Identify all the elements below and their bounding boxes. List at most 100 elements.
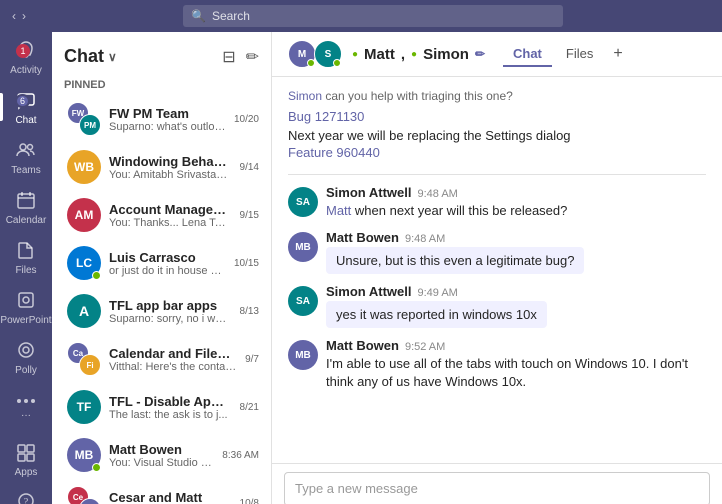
add-tab-button[interactable]: +	[613, 45, 622, 63]
chat-item-fw-pm[interactable]: FW PM FW PM Team Suparno: what's outlook…	[52, 95, 271, 143]
avatar: AM	[67, 198, 101, 232]
chat-name: TFL app bar apps	[109, 298, 232, 313]
avatar-wrap: MB	[67, 438, 101, 472]
message-row-simon-2: SA Simon Attwell 9:49 AM yes it was repo…	[288, 284, 706, 328]
tab-chat[interactable]: Chat	[503, 42, 552, 67]
sidebar-item-files[interactable]: Files	[0, 232, 52, 282]
chat-preview: or just do it in house as an extra c...	[109, 265, 226, 277]
msg-author: Matt Bowen	[326, 338, 399, 353]
chat-meta: 8/13	[240, 306, 259, 317]
apps-label: Apps	[15, 467, 38, 478]
chat-item-account[interactable]: AM Account Management in S... You: Thank…	[52, 191, 271, 239]
chat-item-tfl-app[interactable]: A TFL app bar apps Suparno: sorry, no i …	[52, 287, 271, 335]
edit-icon[interactable]: ✏	[475, 47, 485, 61]
msg-text: I'm able to use all of the tabs with tou…	[326, 355, 706, 391]
forward-button[interactable]: ›	[22, 9, 26, 23]
sidebar-item-teams[interactable]: Teams	[0, 132, 52, 182]
chat-label: Chat	[15, 115, 36, 126]
message-avatar-matt: MB	[288, 232, 318, 262]
search-icon: 🔍	[191, 9, 206, 23]
sidebar-item-polly[interactable]: Polly	[0, 332, 52, 382]
avatar-group: Ca Fi	[67, 342, 101, 376]
chat-item-windowing[interactable]: WB Windowing Behavior You: Amitabh Sriva…	[52, 143, 271, 191]
chat-preview: The last: the ask is to j...	[109, 409, 232, 421]
chat-title-text: Chat	[64, 46, 104, 67]
calendar-label: Calendar	[6, 215, 47, 226]
sidebar-item-more[interactable]: ···	[0, 382, 52, 427]
chat-name: Matt Bowen	[109, 442, 214, 457]
avatar-2: Fi	[79, 354, 101, 376]
chat-info: Account Management in S... You: Thanks..…	[109, 202, 232, 229]
avatar-wrap: A	[67, 294, 101, 328]
chat-date: 8/13	[240, 306, 259, 317]
app-wrapper: ‹ › 🔍 Search 1 Activity	[0, 0, 722, 504]
chat-header-avatar-simon: S	[314, 40, 342, 68]
sidebar-item-activity[interactable]: 1 Activity	[0, 32, 52, 82]
msg-bubble: yes it was reported in windows 10x	[326, 301, 547, 328]
titlebar: ‹ › 🔍 Search	[0, 0, 722, 32]
chat-info: Luis Carrasco or just do it in house as …	[109, 250, 226, 277]
divider	[288, 174, 706, 175]
bug-link[interactable]: Bug 1271130	[288, 109, 706, 124]
chat-list-panel: Chat ∨ ⊟ ✏ Pinned FW PM FW PM Team Supar…	[52, 32, 272, 504]
avatar-wrap: WB	[67, 150, 101, 184]
online-dot-matt	[307, 59, 315, 67]
teams-icon	[16, 140, 36, 163]
feature-link[interactable]: Feature 960440	[288, 145, 706, 160]
chat-item-matt[interactable]: MB Matt Bowen You: Visual Studio Online …	[52, 431, 271, 479]
chat-info: TFL app bar apps Suparno: sorry, no i wa…	[109, 298, 232, 325]
back-button[interactable]: ‹	[12, 9, 16, 23]
chat-date: 9/15	[240, 210, 259, 221]
chat-item-calendar-files[interactable]: Ca Fi Calendar and Files Theming Vitthal…	[52, 335, 271, 383]
chat-info: Windowing Behavior You: Amitabh Srivasta…	[109, 154, 232, 181]
compose-area: Type a new message A̲ 📎 🙂 GIF ⬛ 📋 ⟳ ★ ··…	[272, 463, 722, 504]
sidebar-item-chat[interactable]: 6 Chat	[0, 82, 52, 132]
chat-date: 8/21	[240, 402, 259, 413]
messages-area[interactable]: Simon can you help with triaging this on…	[272, 77, 722, 463]
more-label: ···	[21, 410, 31, 421]
chat-info: FW PM Team Suparno: what's outlook?	[109, 106, 226, 133]
filter-icon[interactable]: ⊟	[222, 47, 235, 67]
separator: ,	[401, 46, 405, 63]
sidebar-item-calendar[interactable]: Calendar	[0, 182, 52, 232]
chat-main: M S ● Matt , ● Simon ✏	[272, 32, 722, 504]
chat-date: 10/20	[234, 114, 259, 125]
activity-label: Activity	[10, 65, 42, 76]
chat-date: 8:36 AM	[222, 450, 259, 461]
tab-files[interactable]: Files	[556, 42, 603, 67]
sidebar-item-help[interactable]: ? Help	[0, 484, 52, 504]
chat-name: FW PM Team	[109, 106, 226, 121]
participant-simon: Simon	[423, 46, 469, 63]
chat-item-tfl-disable[interactable]: TF TFL - Disable Apps Access The last: t…	[52, 383, 271, 431]
system-message-1: Simon can you help with triaging this on…	[288, 89, 706, 103]
message-avatar-simon: SA	[288, 187, 318, 217]
avatar: A	[67, 294, 101, 328]
compose-box[interactable]: Type a new message	[284, 472, 710, 504]
main-content: 1 Activity 6 Chat	[0, 32, 722, 504]
online-dot	[92, 271, 101, 280]
compose-icon[interactable]: ✏	[246, 47, 259, 67]
online-dot	[92, 463, 101, 472]
left-rail: 1 Activity 6 Chat	[0, 32, 52, 504]
chat-header-tabs: Chat Files	[503, 42, 603, 67]
avatar-wrap: LC	[67, 246, 101, 280]
msg-author-line: Simon Attwell 9:48 AM	[326, 185, 706, 200]
sidebar-item-powerpoint[interactable]: PowerPoint	[0, 282, 52, 332]
message-avatar-matt-2: MB	[288, 340, 318, 370]
chat-item-cesar[interactable]: Ce Ma Cesar and Matt Matt: Set to auto-c…	[52, 479, 271, 504]
msg-author: Matt Bowen	[326, 230, 399, 245]
chat-date: 9/7	[245, 354, 259, 365]
avatar-group: FW PM	[67, 102, 101, 136]
chat-item-luis[interactable]: LC Luis Carrasco or just do it in house …	[52, 239, 271, 287]
feature-text: Next year we will be replacing the Setti…	[288, 128, 706, 143]
search-bar[interactable]: 🔍 Search	[183, 5, 563, 27]
chat-list-title[interactable]: Chat ∨	[64, 46, 117, 67]
powerpoint-icon	[16, 290, 36, 313]
sidebar-item-apps[interactable]: Apps	[0, 436, 52, 484]
msg-author-line: Simon Attwell 9:49 AM	[326, 284, 706, 299]
online-dot-simon	[333, 59, 341, 67]
msg-time: 9:48 AM	[417, 188, 457, 200]
chat-header-avatars: M S	[288, 40, 342, 68]
chat-preview: You: Visual Studio Online was ren...	[109, 457, 214, 469]
msg-time: 9:48 AM	[405, 233, 445, 245]
